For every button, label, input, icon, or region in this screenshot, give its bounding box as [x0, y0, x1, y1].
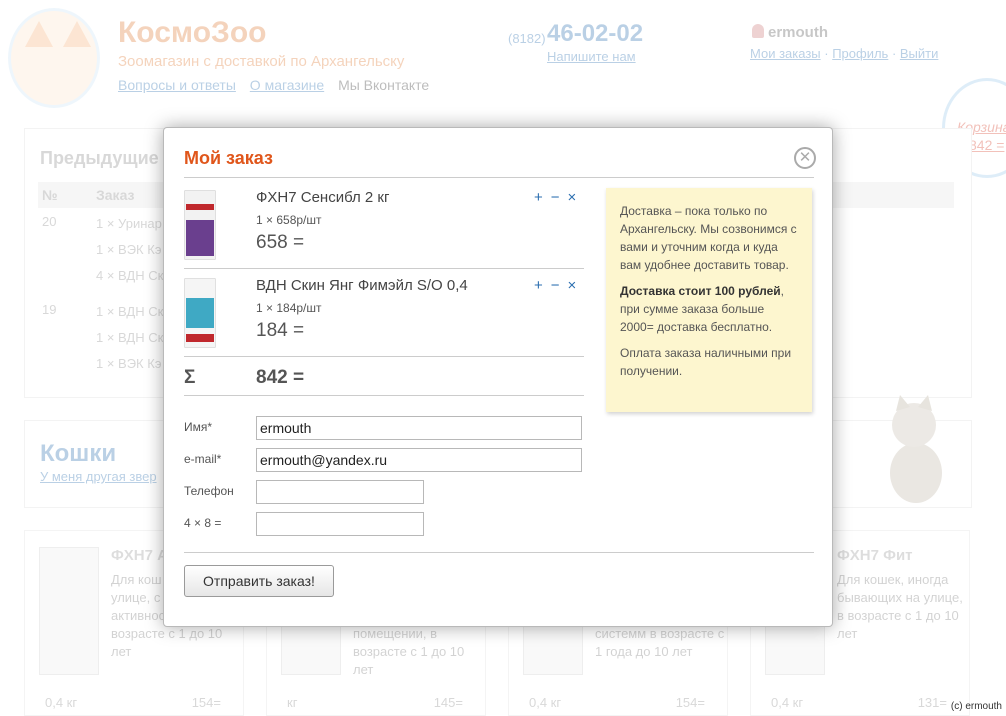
- divider: [184, 177, 814, 178]
- order-num: 19: [42, 302, 57, 317]
- product-image: [39, 547, 99, 675]
- order-line: 1 × ВДН Ск: [96, 330, 164, 345]
- phone-field[interactable]: [256, 480, 424, 504]
- divider: [184, 552, 814, 553]
- col-order: Заказ: [96, 187, 135, 203]
- product-price[interactable]: 154=: [676, 695, 705, 710]
- close-icon[interactable]: ✕: [794, 147, 816, 169]
- submit-order-button[interactable]: Отправить заказ!: [184, 565, 334, 597]
- product-weight: кг: [287, 695, 298, 710]
- product-weight: 0,4 кг: [45, 695, 78, 710]
- order-line: 1 × ВЭК Кэ: [96, 356, 162, 371]
- nav-vk[interactable]: Мы Вконтакте: [338, 77, 429, 93]
- order-modal: Мой заказ ✕ ФХН7 Сенсибл 2 кг 1 × 658р/ш…: [163, 127, 833, 627]
- captcha-field[interactable]: [256, 512, 424, 536]
- email-field[interactable]: [256, 448, 582, 472]
- product-price[interactable]: 131=: [918, 695, 947, 710]
- name-label: Имя*: [184, 420, 213, 434]
- note-price-bold: Доставка стоит 100 рублей: [620, 284, 781, 298]
- category-title: Кошки: [40, 440, 117, 467]
- product-footer: кг 145=: [287, 695, 487, 710]
- product-price[interactable]: 154=: [192, 695, 221, 710]
- logo[interactable]: [8, 8, 100, 108]
- nav-faq[interactable]: Вопросы и ответы: [118, 77, 236, 93]
- kitten-image: [890, 395, 942, 503]
- item-qty: 1 × 184р/шт: [256, 301, 322, 315]
- order-line: 4 × ВДН Ск: [96, 268, 164, 283]
- product-thumbnail: [184, 190, 216, 260]
- product-name[interactable]: ФХН7 Фит: [837, 547, 913, 564]
- plus-icon[interactable]: +: [534, 277, 543, 294]
- profile-link[interactable]: Профиль: [832, 46, 888, 61]
- plus-icon[interactable]: +: [534, 189, 543, 206]
- tagline: Зоомагазин с доставкой по Архангельску: [118, 53, 405, 70]
- user-name: ermouth: [768, 24, 828, 41]
- product-footer: 0,4 кг 154=: [529, 695, 729, 710]
- remove-icon[interactable]: ×: [568, 189, 577, 206]
- minus-icon[interactable]: −: [551, 277, 560, 294]
- item-name: ФХН7 Сенсибл 2 кг: [256, 189, 390, 206]
- product-desc: Для кошек, иногда бывающих на улице, в в…: [837, 572, 963, 641]
- my-orders-link[interactable]: Мои заказы: [750, 46, 821, 61]
- brand-name[interactable]: КосмоЗоо: [118, 16, 267, 50]
- user-icon: [752, 24, 764, 38]
- write-us-link[interactable]: Напишите нам: [547, 49, 636, 64]
- sigma-icon: Σ: [184, 367, 196, 388]
- delivery-note: Доставка – пока только по Архангельску. …: [606, 188, 812, 412]
- remove-icon[interactable]: ×: [568, 277, 577, 294]
- order-total: 842 =: [256, 367, 305, 388]
- divider: [184, 356, 584, 357]
- order-line: 1 × ВЭК Кэ: [96, 242, 162, 257]
- minus-icon[interactable]: −: [551, 189, 560, 206]
- item-controls: + − ×: [534, 277, 584, 294]
- divider: [184, 395, 584, 396]
- product-footer: 0,4 кг 154=: [45, 695, 245, 710]
- logo-ear-left: [25, 21, 53, 47]
- phone-number: 46-02-02: [547, 20, 644, 47]
- user-links: Мои заказы · Профиль · Выйти: [750, 46, 939, 61]
- previous-orders-title: Предыдущие: [40, 148, 159, 168]
- item-sum: 658 =: [256, 232, 305, 253]
- item-qty: 1 × 658р/шт: [256, 213, 322, 227]
- note-price-paragraph: Доставка стоит 100 рублей, при сумме зак…: [620, 282, 798, 336]
- logout-link[interactable]: Выйти: [900, 46, 939, 61]
- nav-about[interactable]: О магазине: [250, 77, 324, 93]
- order-line: 1 × Уринар: [96, 216, 162, 231]
- product-footer: 0,4 кг 131=: [771, 695, 971, 710]
- item-name: ВДН Скин Янг Фимэйл S/O 0,4: [256, 277, 468, 294]
- product-desc: системм в возрасте с 1 года до 10 лет: [595, 626, 725, 659]
- other-pet-link[interactable]: У меня другая звер: [40, 469, 157, 484]
- phone-code: (8182): [508, 31, 546, 46]
- product-price[interactable]: 145=: [434, 695, 463, 710]
- order-num: 20: [42, 214, 57, 229]
- copyright: (c) ermouth: [950, 701, 1002, 712]
- captcha-label: 4 × 8 =: [184, 516, 222, 530]
- email-label: e-mail*: [184, 452, 222, 466]
- divider: [184, 268, 584, 269]
- order-line: 1 × ВДН Ск: [96, 304, 164, 319]
- item-controls: + − ×: [534, 189, 584, 206]
- col-num: №: [42, 187, 58, 203]
- product-name[interactable]: ФХН7 А: [111, 547, 168, 564]
- product-desc: помещении, в возрасте с 1 до 10 лет: [353, 626, 465, 677]
- name-field[interactable]: [256, 416, 582, 440]
- logo-ear-right: [63, 21, 91, 47]
- product-weight: 0,4 кг: [529, 695, 562, 710]
- top-nav: Вопросы и ответы О магазине Мы Вконтакте: [118, 77, 429, 93]
- cart-sum: 842 =: [969, 137, 1005, 153]
- item-sum: 184 =: [256, 320, 305, 341]
- note-payment-text: Оплата заказа наличными при получении.: [620, 346, 792, 378]
- modal-title: Мой заказ: [184, 148, 273, 168]
- product-thumbnail: [184, 278, 216, 348]
- product-weight: 0,4 кг: [771, 695, 804, 710]
- note-delivery-text: Доставка – пока только по Архангельску. …: [620, 204, 797, 272]
- phone-label: Телефон: [184, 484, 234, 498]
